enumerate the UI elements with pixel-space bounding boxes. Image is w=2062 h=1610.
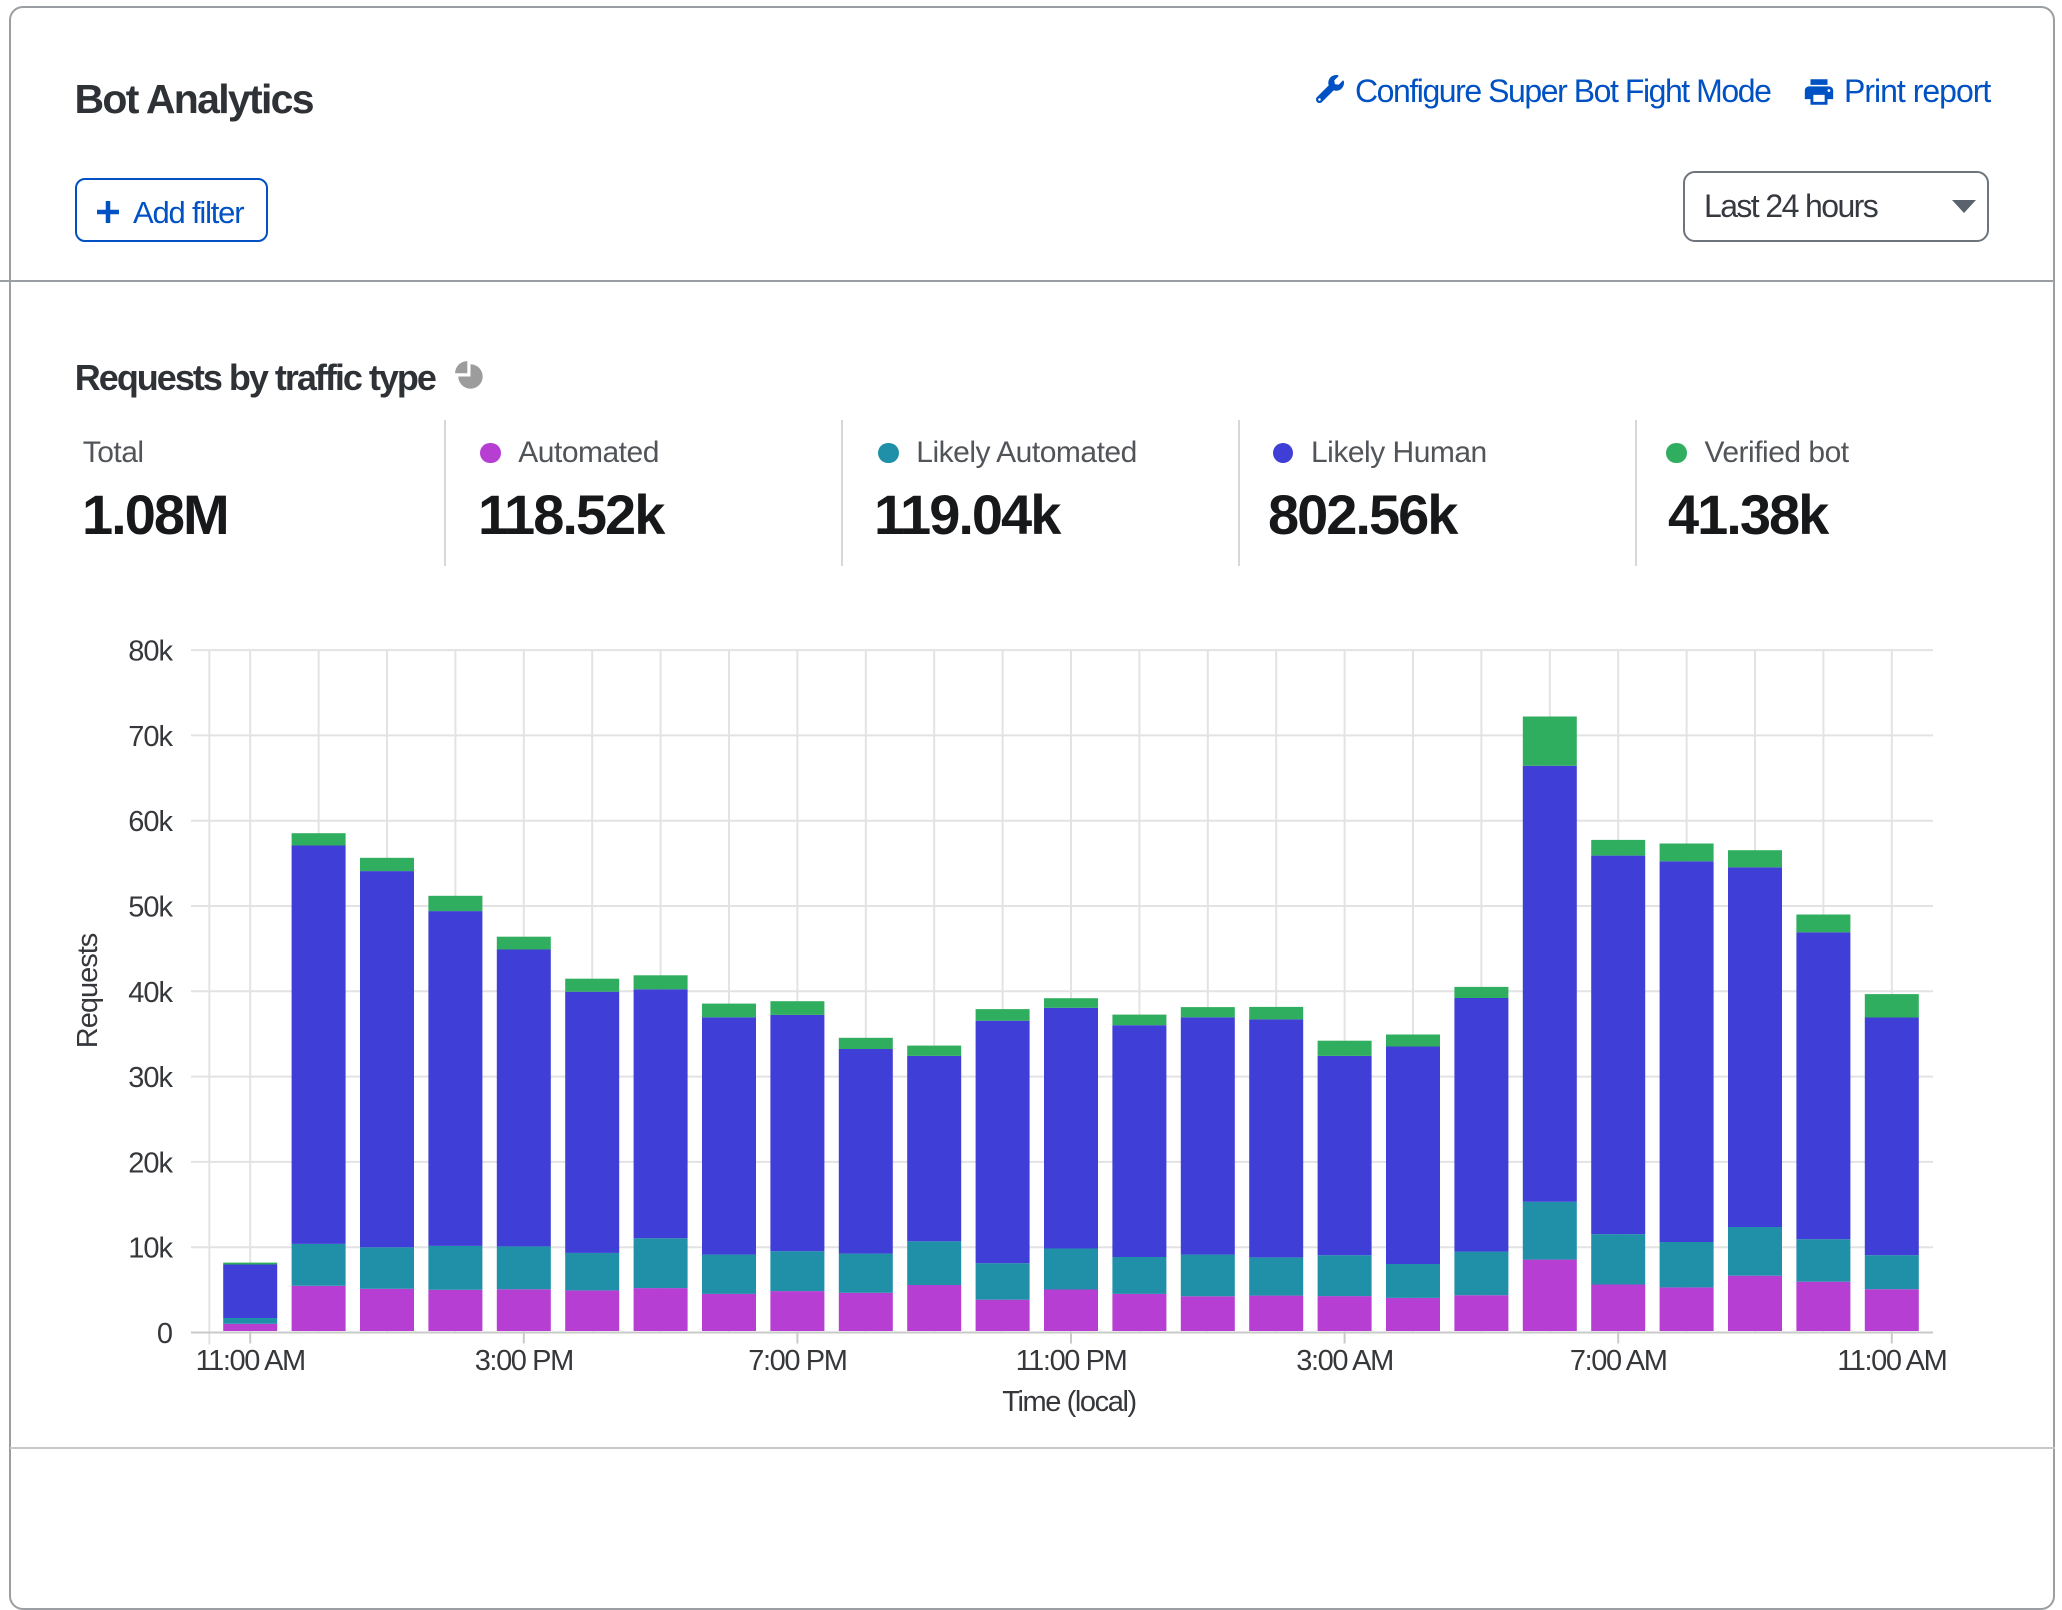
svg-text:30k: 30k [128, 1062, 173, 1094]
svg-text:70k: 70k [128, 721, 173, 753]
svg-text:Requests: Requests [72, 933, 104, 1048]
svg-text:Time (local): Time (local) [1002, 1386, 1136, 1418]
svg-text:0: 0 [157, 1318, 172, 1350]
svg-text:50k: 50k [128, 892, 173, 924]
svg-text:11:00 PM: 11:00 PM [1016, 1345, 1127, 1377]
svg-text:40k: 40k [128, 977, 173, 1009]
svg-text:80k: 80k [128, 636, 173, 668]
svg-text:11:00 AM: 11:00 AM [196, 1345, 305, 1377]
svg-text:60k: 60k [128, 806, 173, 838]
svg-text:10k: 10k [128, 1233, 173, 1265]
svg-text:3:00 AM: 3:00 AM [1296, 1345, 1393, 1377]
svg-text:7:00 PM: 7:00 PM [748, 1345, 846, 1377]
svg-text:20k: 20k [128, 1147, 173, 1179]
svg-text:3:00 PM: 3:00 PM [475, 1345, 573, 1377]
svg-text:11:00 AM: 11:00 AM [1837, 1345, 1946, 1377]
svg-text:7:00 AM: 7:00 AM [1570, 1345, 1667, 1377]
